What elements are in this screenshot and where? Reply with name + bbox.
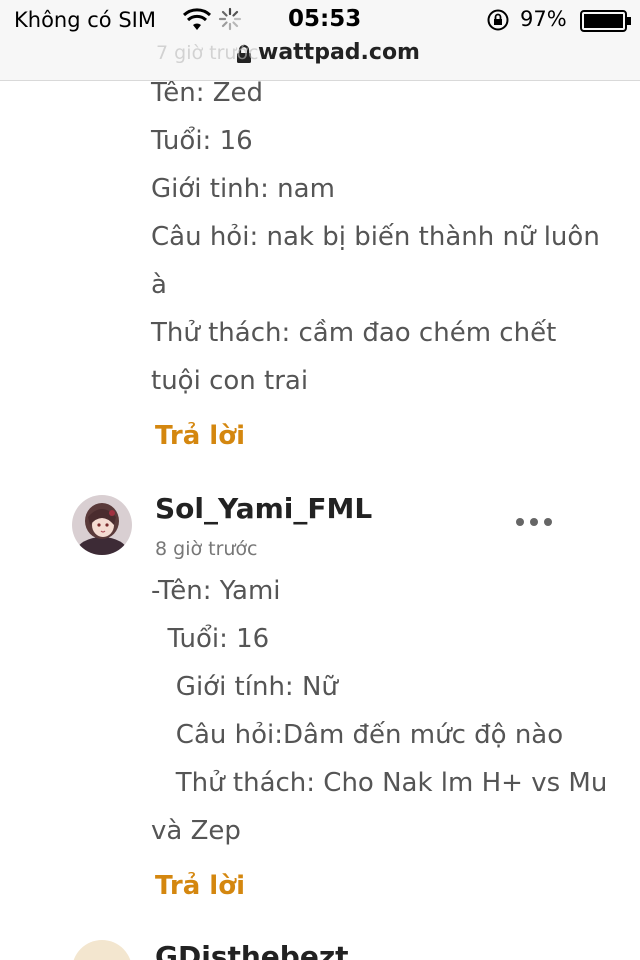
comment-line: Giới tính: Nữ [151, 672, 338, 702]
avatar-image [72, 495, 132, 555]
carrier-label: Không có SIM [14, 8, 156, 32]
comment-line: -Tên: Yami [151, 576, 281, 606]
wifi-icon [182, 8, 212, 30]
avatar[interactable] [72, 495, 132, 555]
comment-timestamp: 7 giờ trước [156, 42, 259, 64]
reply-button[interactable]: Trả lời [155, 871, 245, 901]
comment-line: Tên: Zed [151, 78, 264, 108]
address-bar-url[interactable]: wattpad.com [258, 40, 420, 65]
comment-line: à [151, 270, 167, 300]
comment-username[interactable]: GDisthebezt [155, 940, 349, 960]
battery-icon [580, 10, 631, 32]
comment-line: Thử thách: Cho Nak lm H+ vs Mu [151, 768, 608, 798]
status-bar: Không có SIM 05:53 97% wattpad.com [0, 0, 640, 81]
clock: 05:53 [288, 6, 362, 32]
avatar[interactable] [72, 940, 132, 960]
comment-line: Thử thách: cầm đao chém chết [151, 318, 557, 348]
comment-line: Tuổi: 16 [151, 624, 270, 654]
comment-line: Câu hỏi: nak bị biến thành nữ luôn [151, 222, 600, 252]
activity-spinner-icon [218, 7, 242, 31]
battery-percent: 97% [520, 7, 567, 31]
comment-username[interactable]: Sol_Yami_FML [155, 492, 372, 525]
more-options-icon[interactable] [514, 514, 554, 528]
wattpad-comments-page: Không có SIM 05:53 97% wattpad.com 7 giờ… [0, 0, 640, 960]
reply-button[interactable]: Trả lời [155, 421, 245, 451]
comment-line: tuội con trai [151, 366, 309, 396]
comment-line: Tuổi: 16 [151, 126, 253, 156]
comment-line: và Zep [151, 816, 241, 846]
comment-line: Câu hỏi:Dâm đến mức độ nào [151, 720, 564, 750]
comment-line: Giới tinh: nam [151, 174, 335, 204]
comment-timestamp: 8 giờ trước [155, 538, 258, 560]
rotation-lock-icon [487, 9, 509, 31]
